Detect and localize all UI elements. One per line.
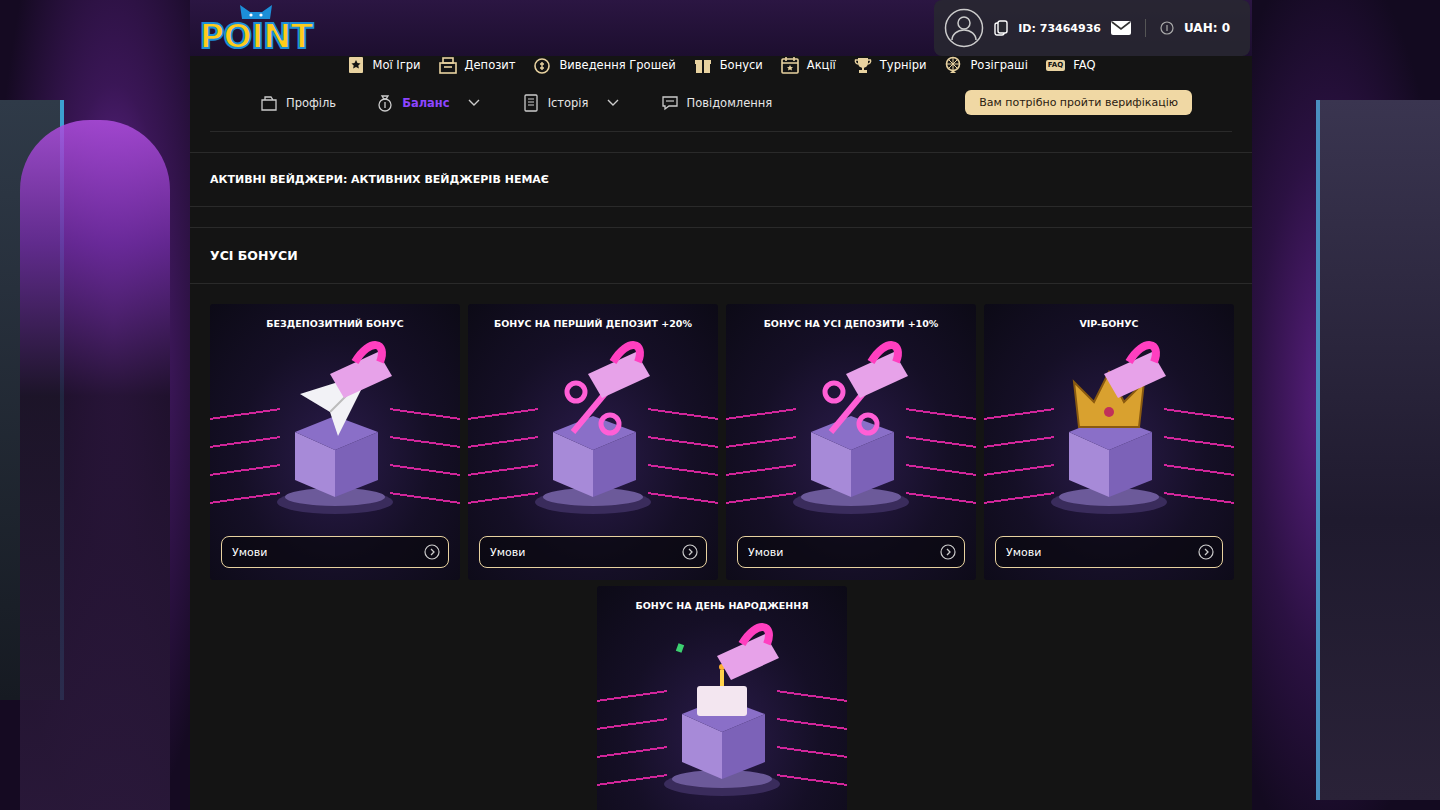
user-panel: ID: 73464936 UAH: 0 (934, 0, 1250, 56)
trophy-icon (854, 56, 872, 74)
chest-icon (439, 56, 457, 74)
wagers-section: АКТИВНІ ВЕЙДЖЕРИ: АКТИВНИХ ВЕЙДЖЕРІВ НЕМ… (190, 152, 1252, 207)
gift-box-icon (647, 614, 797, 804)
bonus-art (260, 329, 410, 525)
star-icon (347, 56, 365, 74)
calendar-icon (781, 56, 799, 74)
background-right (1252, 0, 1440, 810)
neon-lines (210, 394, 280, 514)
neon-lines (390, 394, 460, 514)
nav-item[interactable]: Турніри (854, 56, 927, 74)
money-icon (533, 56, 551, 74)
character-art (20, 120, 170, 810)
verify-button[interactable]: Вам потрібно пройти верифікацію (965, 90, 1192, 115)
logo[interactable]: POINT (194, 3, 318, 53)
copy-icon (994, 20, 1008, 36)
folder-icon (260, 94, 278, 112)
document-icon (522, 94, 540, 112)
neon-lines (906, 394, 976, 514)
gift-box-icon (1034, 332, 1184, 522)
subnav-item[interactable]: Повідомлення (661, 94, 773, 112)
arrow-circle-icon (1198, 544, 1214, 560)
main-column: POINT ID: 73464936 UAH: 0 Мої Ігри Депозит Ви… (190, 0, 1252, 810)
money-bag-icon (376, 94, 394, 112)
arrow-circle-icon (682, 544, 698, 560)
bonus-art (1034, 329, 1184, 525)
chat-icon (661, 94, 679, 112)
terms-button[interactable]: Умови (995, 536, 1223, 568)
slot-machine (1316, 100, 1440, 800)
coin-icon (1160, 21, 1174, 35)
neon-lines (726, 394, 796, 514)
bonus-art (776, 329, 926, 525)
bonus-card[interactable]: БОНУС НА ДЕНЬ НАРОДЖЕННЯ (597, 586, 847, 810)
user-id: ID: 73464936 (1018, 22, 1101, 35)
gift-box-icon (260, 332, 410, 522)
balance: UAH: 0 (1184, 21, 1230, 35)
nav-item[interactable]: Акції (781, 56, 836, 74)
cat-ears-icon (236, 3, 276, 19)
nav-item[interactable]: Розіграші (944, 56, 1027, 74)
neon-lines (468, 394, 538, 514)
neon-lines (1164, 394, 1234, 514)
sub-nav: Профіль Баланс Історія Повідомлення Вам потр… (210, 74, 1232, 132)
subnav-item[interactable]: Профіль (260, 94, 336, 112)
wheel-icon (944, 56, 962, 74)
nav-item[interactable]: Мої Ігри (347, 56, 421, 74)
terms-button[interactable]: Умови (737, 536, 965, 568)
divider (1145, 19, 1146, 37)
bonuses-title: УСІ БОНУСИ (190, 227, 1252, 284)
terms-button[interactable]: Умови (221, 536, 449, 568)
nav-item[interactable]: Депозит (439, 56, 516, 74)
faq-icon: FAQ (1046, 60, 1065, 71)
gift-box-icon (776, 332, 926, 522)
subnav-item[interactable]: Історія (522, 94, 621, 112)
content: Профіль Баланс Історія Повідомлення Вам потр… (190, 74, 1252, 810)
terms-button[interactable]: Умови (479, 536, 707, 568)
gift-box-icon (518, 332, 668, 522)
bonus-card[interactable]: VIP-БОНУСУмови (984, 304, 1234, 580)
bonus-card[interactable]: БОНУС НА УСІ ДЕПОЗИТИ +10%Умови (726, 304, 976, 580)
background-left (0, 0, 190, 810)
bonus-card[interactable]: БЕЗДЕПОЗИТНИЙ БОНУСУмови (210, 304, 460, 580)
bonus-grid: БЕЗДЕПОЗИТНИЙ БОНУСУмовиБОНУС НА ПЕРШИЙ … (190, 284, 1252, 810)
chevron-down-icon (466, 98, 482, 108)
neon-lines (777, 676, 847, 796)
neon-lines (597, 676, 667, 796)
nav-item[interactable]: Виведення Грошей (533, 56, 675, 74)
arrow-circle-icon (940, 544, 956, 560)
bonus-art (518, 329, 668, 525)
bonus-art (647, 611, 797, 807)
main-nav: Мої Ігри Депозит Виведення Грошей Бонуси Акц… (190, 56, 1252, 74)
nav-item[interactable]: Бонуси (694, 56, 763, 74)
subnav-item[interactable]: Баланс (376, 94, 481, 112)
chevron-down-icon (605, 98, 621, 108)
neon-lines (648, 394, 718, 514)
bonus-card[interactable]: БОНУС НА ПЕРШИЙ ДЕПОЗИТ +20%Умови (468, 304, 718, 580)
gift-icon (694, 56, 712, 74)
avatar-icon (944, 8, 984, 48)
header: POINT ID: 73464936 UAH: 0 (190, 0, 1252, 56)
nav-item[interactable]: FAQFAQ (1046, 58, 1096, 72)
neon-lines (984, 394, 1054, 514)
arrow-circle-icon (424, 544, 440, 560)
envelope-icon (1111, 21, 1131, 35)
